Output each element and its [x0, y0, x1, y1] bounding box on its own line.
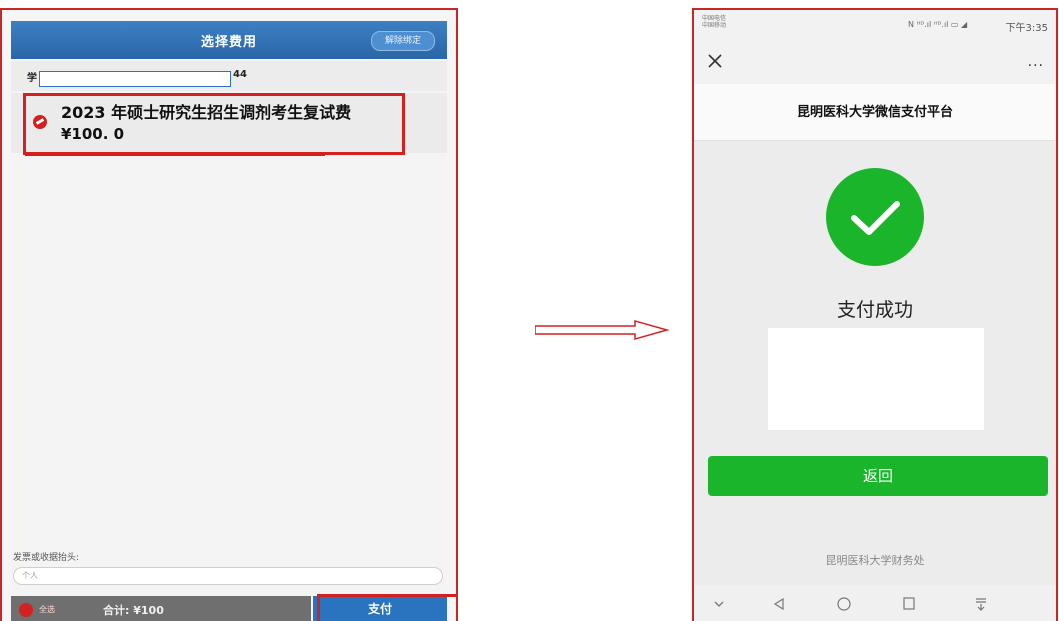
total-amount: 合计: ¥100: [103, 604, 164, 617]
status-time: 下午3:35: [1005, 23, 1048, 34]
student-id-prefix: 学: [27, 73, 37, 84]
fee-header: 选择费用 解除绑定: [11, 21, 447, 59]
pay-button[interactable]: 支付: [313, 596, 447, 621]
success-check-icon: [826, 168, 924, 266]
status-bar: 中国电信 中国移动 N ᴴᴰ.ıl ᴴᴰ.ıl ▭ ◢ 下午3:35: [694, 10, 1056, 40]
more-icon[interactable]: ···: [1028, 58, 1044, 74]
back-triangle-icon[interactable]: [772, 597, 786, 611]
platform-title: 昆明医科大学微信支付平台: [796, 105, 953, 120]
select-all-label: 全选: [39, 605, 55, 614]
carrier-info: 中国电信 中国移动: [702, 15, 726, 29]
fee-highlight-box: [23, 93, 405, 155]
nav-bar: ···: [694, 40, 1056, 84]
fee-highlight-underline: [25, 154, 325, 156]
carrier-name-1: 中国电信: [702, 15, 727, 22]
payment-success-text: 支付成功: [836, 299, 913, 321]
notification-pull-icon[interactable]: [974, 597, 988, 611]
home-circle-icon[interactable]: [836, 597, 852, 613]
invoice-title-input[interactable]: 个人: [13, 567, 443, 585]
arrow-right-icon: [535, 320, 670, 340]
payment-success-screenshot: 中国电信 中国移动 N ᴴᴰ.ıl ᴴᴰ.ıl ▭ ◢ 下午3:35 ··· 昆…: [692, 8, 1058, 621]
footer-text: 昆明医科大学财务处: [825, 554, 925, 567]
signal-icon: N ᴴᴰ.ıl ᴴᴰ.ıl ▭ ◢: [908, 20, 968, 29]
fee-selection-screen: 选择费用 解除绑定 学 44 2023 年硕士研究生招生调剂考生复试费 ¥100…: [11, 21, 456, 621]
pay-highlight-line-vertical: [317, 594, 320, 621]
close-icon[interactable]: [706, 52, 724, 70]
carrier-name-2: 中国移动: [702, 22, 727, 29]
recent-apps-icon[interactable]: [902, 597, 916, 611]
system-nav-bar: [694, 585, 1056, 621]
student-id-suffix: 44: [233, 69, 247, 80]
chevron-down-icon[interactable]: [712, 597, 726, 611]
invoice-title-label: 发票或收据抬头:: [13, 553, 80, 563]
student-id-field[interactable]: [39, 71, 231, 87]
total-section: 全选 合计: ¥100: [11, 596, 311, 621]
student-id-row: 学 44: [11, 61, 447, 91]
unbind-button[interactable]: 解除绑定: [371, 31, 435, 51]
back-button[interactable]: 返回: [708, 456, 1048, 496]
fee-selection-screenshot: 选择费用 解除绑定 学 44 2023 年硕士研究生招生调剂考生复试费 ¥100…: [0, 8, 458, 621]
redacted-block: [768, 328, 984, 430]
select-all-checkbox[interactable]: [19, 603, 33, 617]
payment-bar: 全选 合计: ¥100 支付: [11, 596, 447, 621]
pay-highlight-line: [317, 594, 456, 597]
platform-header: 昆明医科大学微信支付平台: [694, 84, 1056, 141]
